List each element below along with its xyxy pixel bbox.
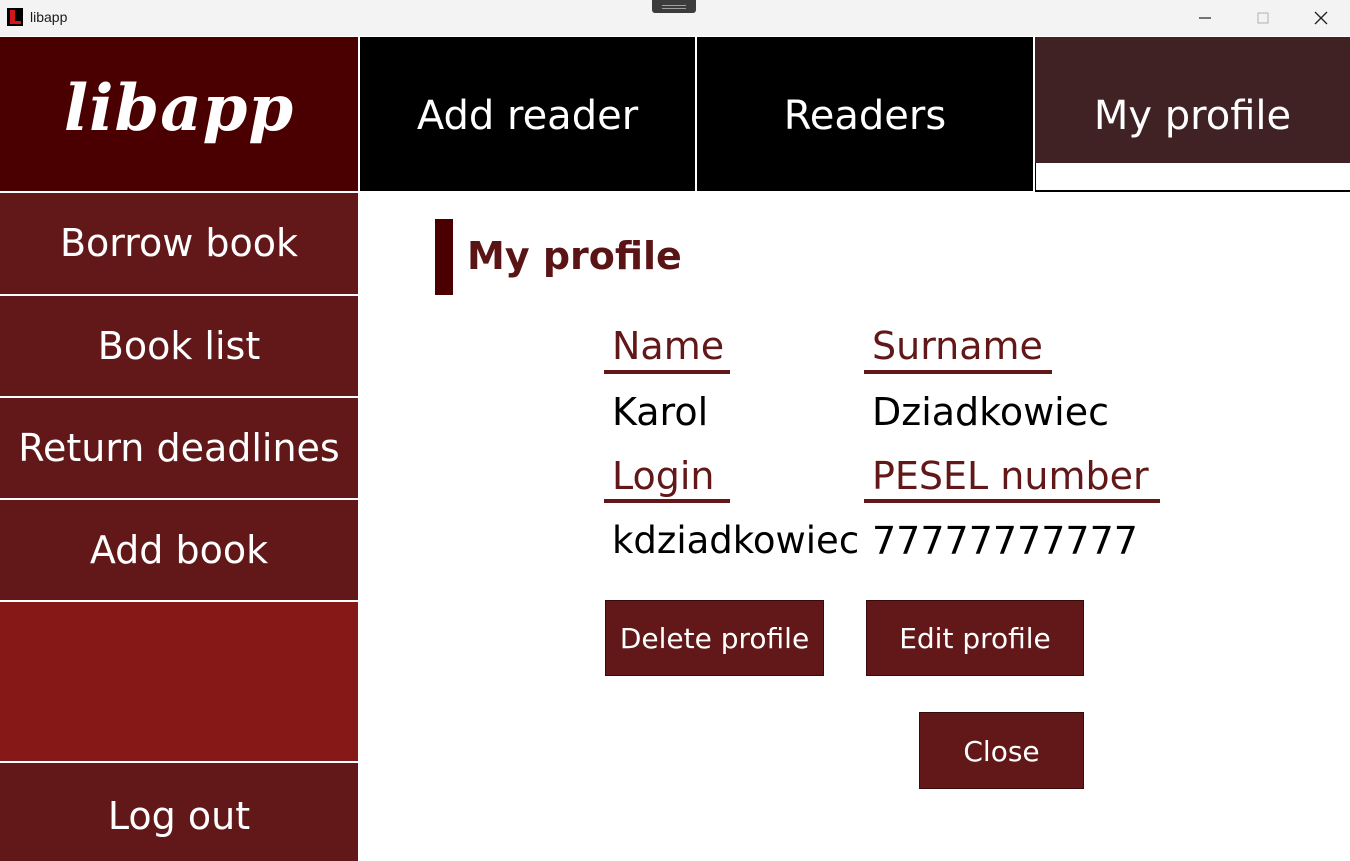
name-value: Karol <box>612 390 709 434</box>
maximize-icon <box>1257 12 1269 24</box>
button-label: Edit profile <box>899 622 1051 655</box>
window-titlebar[interactable]: libapp <box>0 0 1350 36</box>
minimize-icon <box>1199 17 1211 19</box>
page-title: My profile <box>467 234 682 278</box>
sidebar-item-return-deadlines[interactable]: Return deadlines <box>0 398 358 498</box>
app-logo-icon <box>7 8 23 26</box>
minimize-button[interactable] <box>1176 0 1234 36</box>
tab-my-profile[interactable]: My profile <box>1035 37 1350 163</box>
logout-button[interactable]: Log out <box>0 763 358 861</box>
pesel-value: 77777777777 <box>872 519 1138 563</box>
sidebar-item-label: Add book <box>89 528 269 572</box>
heading-accent-bar <box>435 219 453 295</box>
button-label: Delete profile <box>619 622 810 655</box>
login-label: Login <box>612 454 715 498</box>
pesel-underline <box>864 499 1160 503</box>
tab-label: Readers <box>783 93 947 139</box>
surname-label: Surname <box>872 324 1043 368</box>
sidebar-item-label: Book list <box>97 324 261 368</box>
app-logo: libapp <box>0 37 358 191</box>
tab-add-reader[interactable]: Add reader <box>360 37 695 191</box>
active-tab-indicator <box>1035 163 1350 192</box>
tab-label: Add reader <box>416 93 639 139</box>
sidebar-spacer <box>0 602 358 761</box>
logout-label: Log out <box>107 794 251 838</box>
surname-value: Dziadkowiec <box>872 390 1109 434</box>
close-icon <box>1314 11 1328 25</box>
surname-underline <box>864 370 1052 374</box>
login-underline <box>604 499 730 503</box>
tab-readers[interactable]: Readers <box>697 37 1033 191</box>
delete-profile-button[interactable]: Delete profile <box>605 600 824 676</box>
sidebar-item-label: Borrow book <box>59 221 299 265</box>
name-underline <box>604 370 730 374</box>
pesel-label: PESEL number <box>872 454 1149 498</box>
sidebar-item-book-list[interactable]: Book list <box>0 296 358 396</box>
button-label: Close <box>963 735 1040 768</box>
sidebar-item-label: Return deadlines <box>18 426 340 470</box>
maximize-button[interactable] <box>1234 0 1292 36</box>
close-button[interactable]: Close <box>919 712 1084 789</box>
tab-label: My profile <box>1093 93 1292 139</box>
close-window-button[interactable] <box>1292 0 1350 36</box>
logo-text: libapp <box>63 71 295 146</box>
sidebar-item-add-book[interactable]: Add book <box>0 500 358 600</box>
login-value: kdziadkowiec <box>612 519 860 562</box>
sidebar-item-borrow-book[interactable]: Borrow book <box>0 193 358 294</box>
name-label: Name <box>612 324 725 368</box>
window-title: libapp <box>30 9 68 25</box>
snap-layout-handle[interactable] <box>652 0 696 13</box>
edit-profile-button[interactable]: Edit profile <box>866 600 1084 676</box>
